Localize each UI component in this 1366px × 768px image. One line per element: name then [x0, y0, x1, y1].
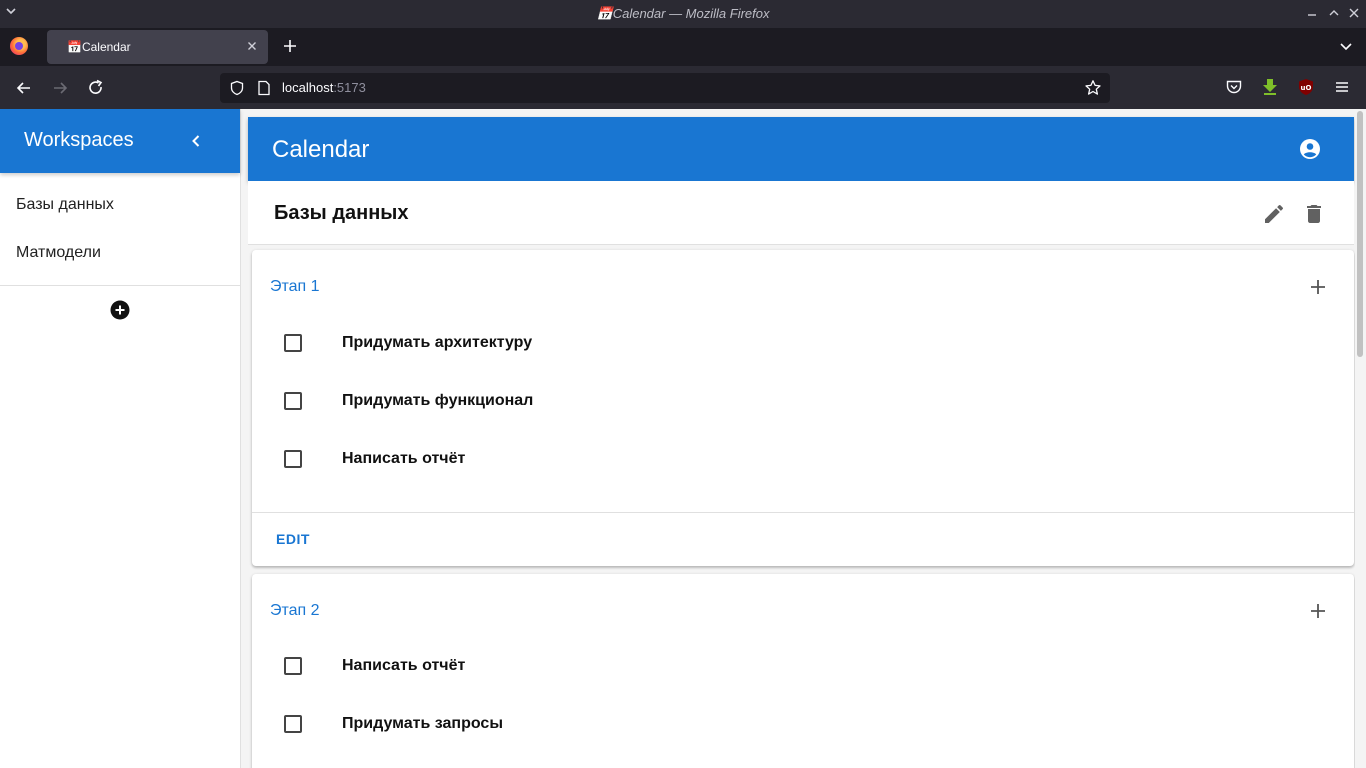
- new-tab-button[interactable]: [280, 36, 300, 56]
- tracking-protection-icon[interactable]: [229, 80, 245, 96]
- url-port: :5173: [333, 80, 366, 95]
- reload-icon[interactable]: [86, 78, 106, 98]
- ublock-origin-icon[interactable]: uO: [1297, 78, 1315, 96]
- workspaces-drawer: Workspaces Базы данных Матмодели: [0, 109, 241, 768]
- task-item: Придумать архитектуру: [284, 332, 1324, 356]
- app-menu-icon[interactable]: [1333, 78, 1351, 96]
- url-bar[interactable]: localhost:5173: [220, 73, 1110, 103]
- url-host: localhost: [282, 80, 334, 95]
- workspace-item[interactable]: Матмодели: [16, 244, 101, 262]
- drawer-title: Workspaces: [24, 129, 134, 151]
- stage-title: Этап 2: [270, 602, 320, 619]
- account-circle-icon[interactable]: [1298, 137, 1322, 161]
- trash-icon[interactable]: [1302, 202, 1326, 226]
- stage-card: Этап 2 Написать отчёт Придумать запросы: [252, 574, 1354, 768]
- url-text: localhost:5173: [282, 80, 366, 95]
- forward-icon[interactable]: [50, 78, 70, 98]
- navigation-toolbar: localhost:5173 uO: [0, 66, 1366, 109]
- tab-calendar[interactable]: 📅Calendar: [47, 30, 268, 64]
- chevron-left-icon[interactable]: [186, 131, 206, 151]
- download-extension-icon[interactable]: [1261, 78, 1279, 96]
- task-label: Придумать запросы: [342, 715, 503, 732]
- back-icon[interactable]: [14, 78, 34, 98]
- card-divider: [252, 512, 1354, 513]
- edit-stage-button[interactable]: EDIT: [276, 531, 310, 547]
- close-window-icon[interactable]: [1346, 5, 1362, 21]
- add-circle-icon[interactable]: [110, 300, 130, 320]
- plus-icon[interactable]: [1308, 601, 1328, 621]
- maximize-icon[interactable]: [1326, 5, 1342, 21]
- stage-title: Этап 1: [270, 278, 320, 295]
- task-item: Придумать запросы: [284, 713, 1324, 737]
- task-label: Написать отчёт: [342, 450, 466, 467]
- scrollbar-thumb[interactable]: [1357, 111, 1363, 357]
- task-label: Придумать архитектуру: [342, 334, 533, 351]
- drawer-divider: [0, 285, 240, 286]
- page-scrollbar[interactable]: [1355, 109, 1366, 768]
- pocket-icon[interactable]: [1225, 78, 1243, 96]
- task-item: Написать отчёт: [284, 448, 1324, 472]
- firefox-logo-icon[interactable]: [10, 37, 28, 55]
- close-tab-icon[interactable]: [244, 38, 260, 54]
- workspace-item[interactable]: Базы данных: [16, 196, 114, 214]
- task-item: Написать отчёт: [284, 655, 1324, 679]
- pencil-icon[interactable]: [1262, 202, 1286, 226]
- tab-label: 📅Calendar: [67, 40, 131, 54]
- task-label: Придумать функционал: [342, 392, 534, 409]
- tab-strip: 📅Calendar: [0, 28, 1366, 66]
- task-checkbox[interactable]: [284, 450, 302, 468]
- window-titlebar: 📅Calendar — Mozilla Firefox: [0, 0, 1366, 28]
- app-bar: Calendar: [248, 117, 1354, 181]
- page-viewport: Workspaces Базы данных Матмодели Calenda…: [0, 109, 1366, 768]
- workspace-title: Базы данных: [274, 202, 409, 224]
- task-label: Написать отчёт: [342, 657, 466, 674]
- page-info-icon[interactable]: [257, 80, 271, 96]
- task-item: Придумать функционал: [284, 390, 1324, 414]
- task-checkbox[interactable]: [284, 334, 302, 352]
- stage-card: Этап 1 Придумать архитектуру Придумать ф…: [252, 250, 1354, 566]
- minimize-icon[interactable]: [1304, 5, 1320, 21]
- task-checkbox[interactable]: [284, 657, 302, 675]
- drawer-header: Workspaces: [0, 109, 240, 173]
- svg-text:uO: uO: [1301, 84, 1312, 92]
- workspace-header: Базы данных: [248, 181, 1354, 245]
- list-all-tabs-icon[interactable]: [1338, 38, 1354, 54]
- task-checkbox[interactable]: [284, 715, 302, 733]
- app-title: Calendar: [272, 136, 370, 163]
- bookmark-star-icon[interactable]: [1084, 79, 1102, 97]
- plus-icon[interactable]: [1308, 277, 1328, 297]
- task-checkbox[interactable]: [284, 392, 302, 410]
- window-title: 📅Calendar — Mozilla Firefox: [596, 6, 770, 21]
